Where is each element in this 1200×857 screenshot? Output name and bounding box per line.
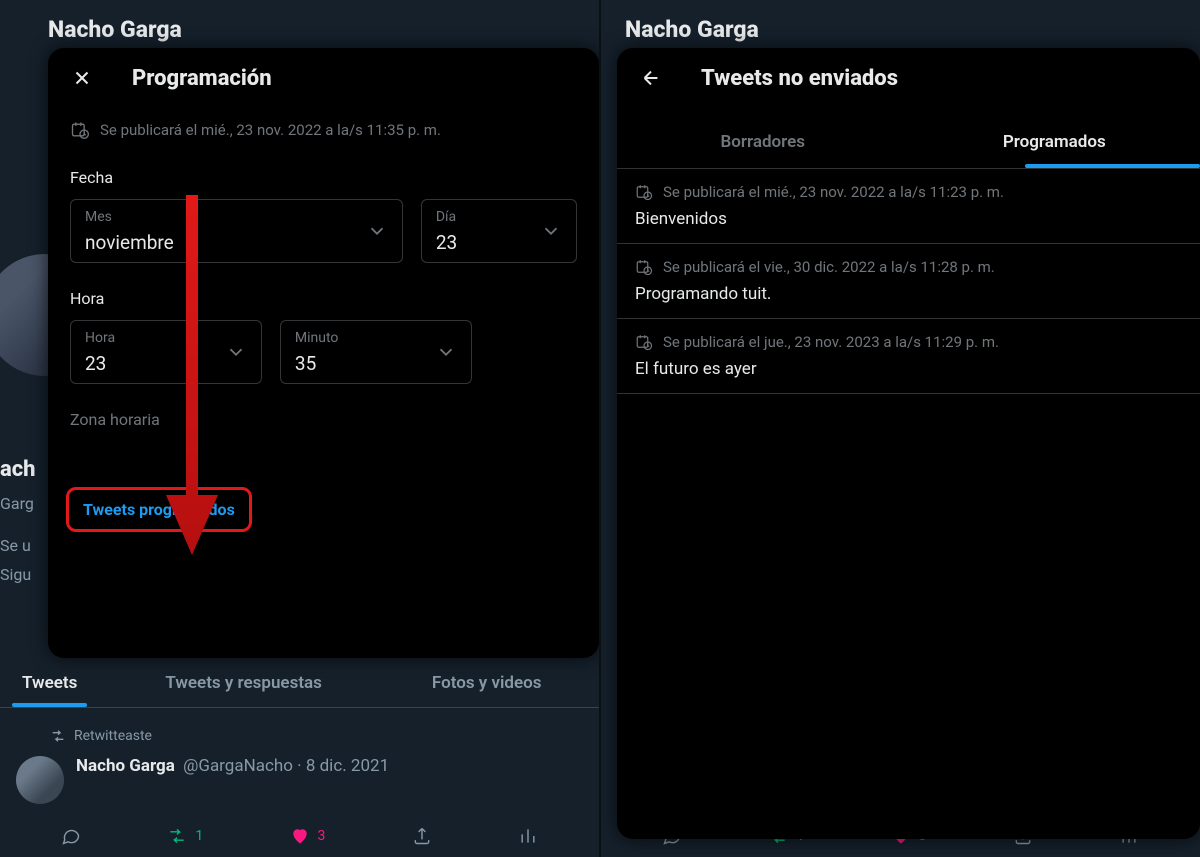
profile-tabs: Tweets Tweets y respuestas Fotos y video… — [0, 658, 599, 708]
time-section-label: Hora — [48, 281, 599, 320]
publish-info: Se publicará el mié., 23 nov. 2022 a la/… — [100, 121, 441, 139]
minute-field[interactable]: Minuto 35 — [280, 320, 472, 384]
scheduled-item[interactable]: Se publicará el jue., 23 nov. 2023 a la/… — [617, 319, 1200, 394]
tz-label: Zona horaria — [48, 402, 599, 441]
left-screenshot: Nacho Garga ach Garg Se u Sigu Tweets Tw… — [0, 0, 600, 857]
scheduled-item[interactable]: Se publicará el mié., 23 nov. 2022 a la/… — [617, 169, 1200, 244]
like-button[interactable]: 3 — [290, 826, 326, 846]
tweet-author-handle: @GargaNacho — [183, 756, 293, 776]
day-field[interactable]: Día 23 — [421, 199, 577, 263]
analytics-button[interactable] — [518, 826, 538, 846]
retweet-button[interactable]: 1 — [167, 826, 203, 846]
chevron-down-icon — [540, 220, 562, 242]
tab-drafts[interactable]: Borradores — [617, 116, 909, 168]
tweet-author-name: Nacho Garga — [76, 756, 175, 776]
calendar-icon — [635, 258, 653, 276]
tab-scheduled[interactable]: Programados — [909, 116, 1200, 168]
close-icon[interactable] — [68, 64, 96, 92]
hour-field[interactable]: Hora 23 — [70, 320, 262, 384]
retweet-icon — [50, 728, 66, 744]
chevron-down-icon — [225, 341, 247, 363]
calendar-icon — [635, 333, 653, 351]
reply-button[interactable] — [61, 826, 81, 846]
tab-replies[interactable]: Tweets y respuestas — [143, 661, 344, 705]
tweet-row[interactable]: Nacho Garga @GargaNacho · 8 dic. 2021 — [0, 748, 599, 812]
tab-tweets[interactable]: Tweets — [0, 661, 99, 705]
scheduled-item[interactable]: Se publicará el vie., 30 dic. 2022 a la/… — [617, 244, 1200, 319]
back-arrow-icon[interactable] — [637, 64, 665, 92]
chevron-down-icon — [366, 220, 388, 242]
unsent-tweets-modal: Tweets no enviados Borradores Programado… — [617, 48, 1200, 839]
tab-media[interactable]: Fotos y videos — [410, 661, 564, 705]
tweet-actions: 1 3 — [0, 816, 599, 856]
profile-name: Nacho Garga — [625, 16, 759, 43]
calendar-icon — [70, 120, 90, 140]
calendar-icon — [635, 183, 653, 201]
modal-title: Programación — [132, 66, 272, 91]
profile-bg-text: ach Garg Se u Sigu — [0, 450, 36, 590]
schedule-modal: Programación Se publicará el mié., 23 no… — [48, 48, 599, 658]
tweet-avatar — [16, 756, 64, 804]
scheduled-tweets-button[interactable]: Tweets programados — [66, 487, 252, 532]
right-screenshot: Nacho Garga 1 3 — [600, 0, 1200, 857]
date-section-label: Fecha — [48, 160, 599, 199]
profile-name: Nacho Garga — [48, 16, 182, 43]
month-field[interactable]: Mes noviembre — [70, 199, 403, 263]
modal-title: Tweets no enviados — [701, 66, 898, 91]
tweet-date: 8 dic. 2021 — [306, 756, 389, 776]
share-button[interactable] — [412, 826, 432, 846]
chevron-down-icon — [435, 341, 457, 363]
unsent-tabs: Borradores Programados — [617, 116, 1200, 169]
